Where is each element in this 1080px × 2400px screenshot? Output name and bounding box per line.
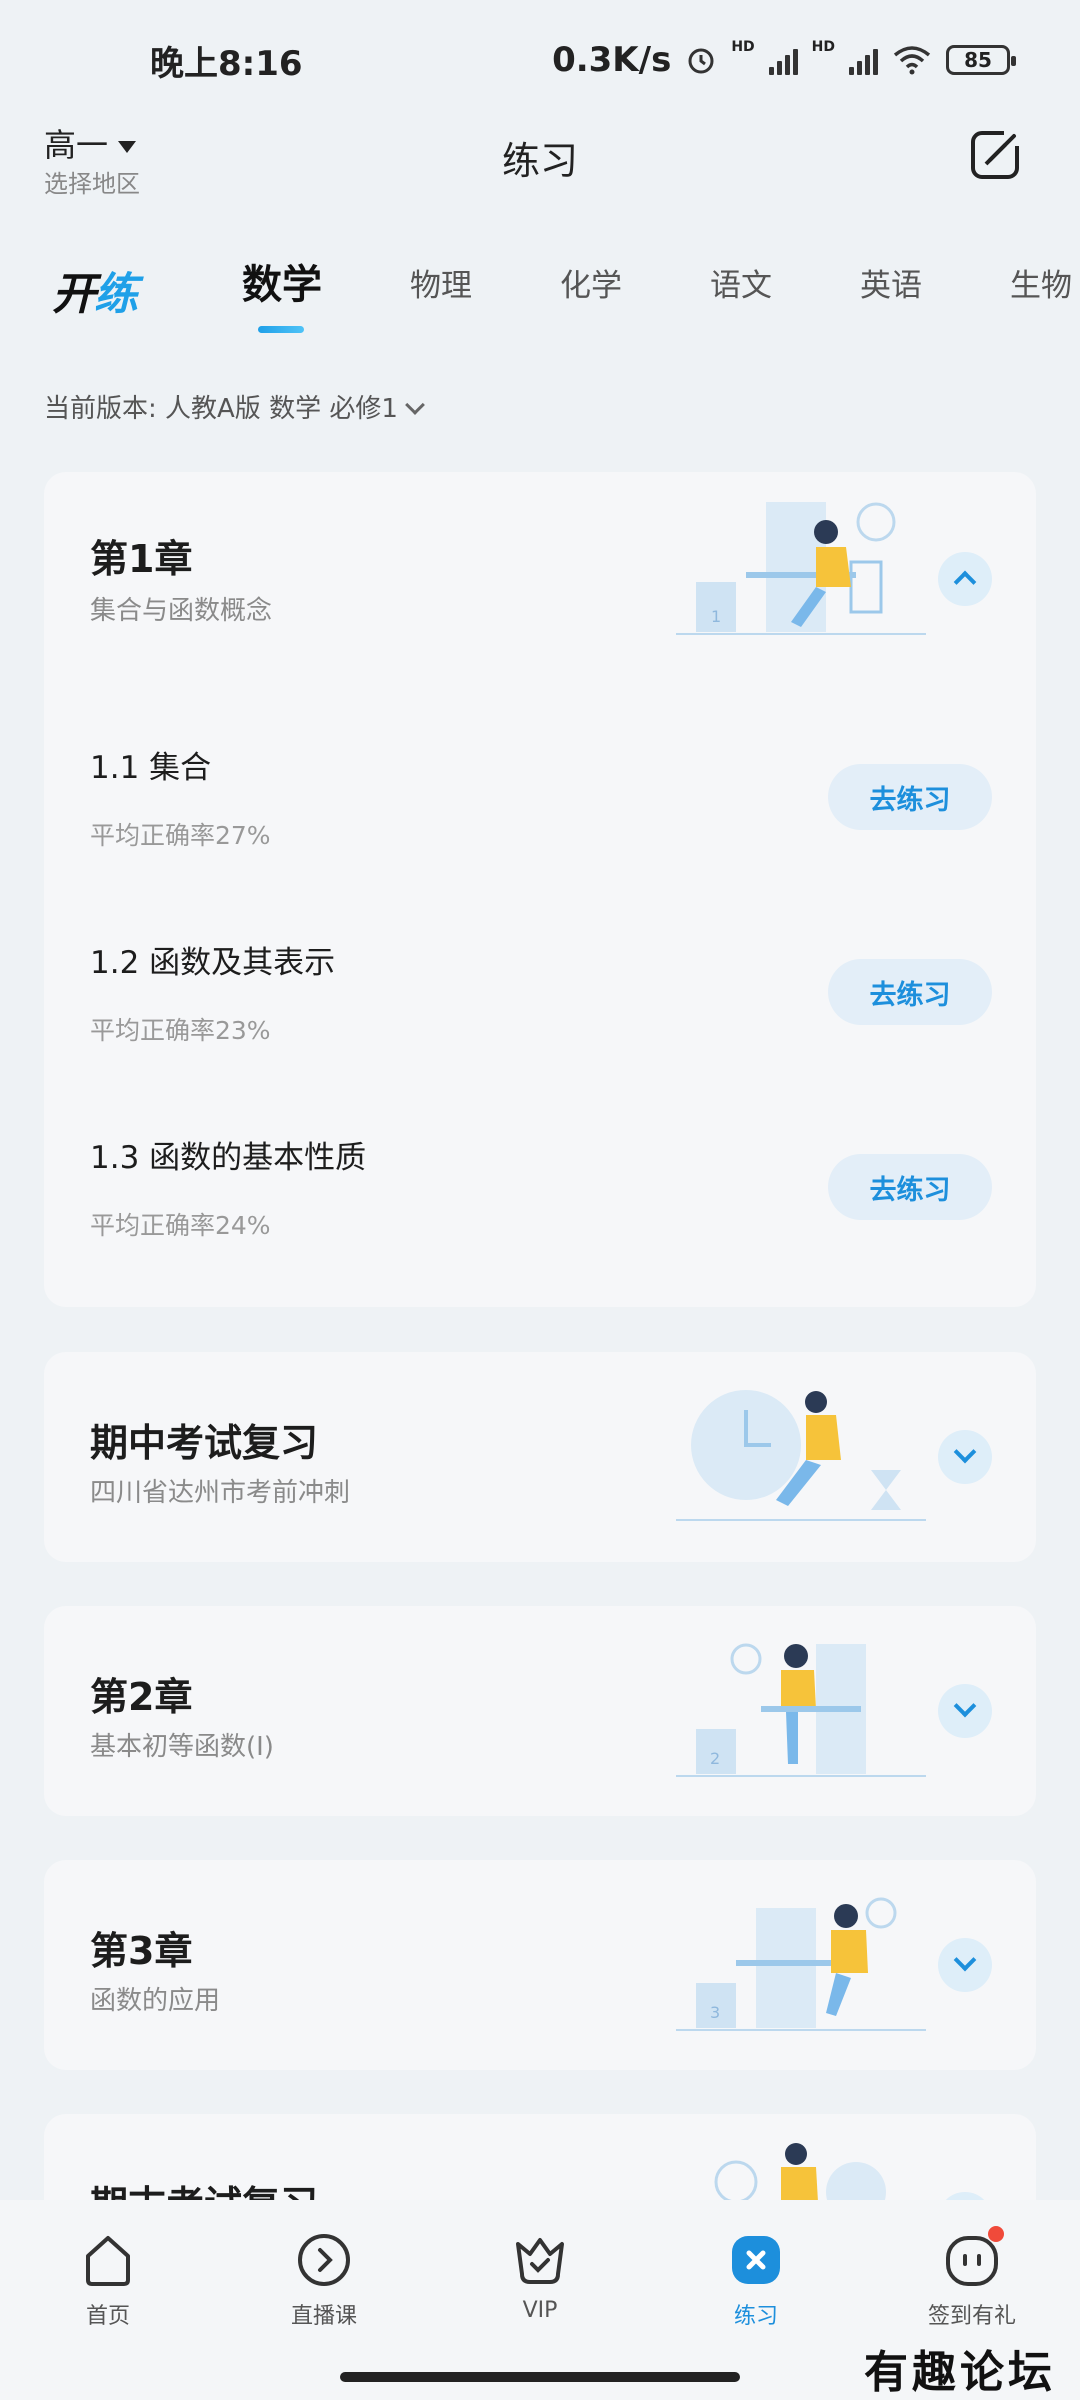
network-speed: 0.3K/s: [552, 40, 672, 80]
study-illustration: 1: [676, 502, 926, 635]
nav-live[interactable]: 直播课: [254, 2230, 394, 2330]
section-item: 1.2 函数及其表示 平均正确率23% 去练习: [90, 937, 992, 1097]
tab-chemistry[interactable]: 化学: [560, 260, 622, 305]
section-name: 1.3 函数的基本性质: [90, 1140, 367, 1176]
tab-english[interactable]: 英语: [860, 260, 922, 305]
practice-button[interactable]: 去练习: [828, 764, 992, 830]
chapter-subtitle: 四川省达州市考前冲刺: [90, 1478, 351, 1508]
vip-crown-icon: [516, 2238, 564, 2284]
home-indicator[interactable]: [340, 2372, 740, 2382]
clock-reading-illustration: [676, 1390, 926, 1521]
practice-icon: [732, 2236, 780, 2284]
nav-label: 签到有礼: [927, 2304, 1016, 2329]
chapter-card-3[interactable]: 第3章 函数的应用 3: [44, 1860, 1036, 2070]
chevron-down-icon: [953, 1694, 977, 1718]
chapter-title: 第3章: [90, 1929, 193, 1973]
section-accuracy: 平均正确率23%: [90, 1016, 271, 1045]
nav-practice[interactable]: 练习: [686, 2230, 826, 2330]
status-bar: 晚上8:16 0.3K/s HD HD 85: [0, 0, 1080, 120]
nav-label: VIP: [522, 2298, 558, 2323]
section-item: 1.1 集合 平均正确率27% 去练习: [90, 742, 992, 902]
status-time: 晚上8:16: [150, 43, 303, 84]
tab-chinese[interactable]: 语文: [710, 260, 772, 305]
nav-checkin[interactable]: 签到有礼: [902, 2226, 1042, 2330]
svg-text:1: 1: [711, 607, 721, 626]
practice-button[interactable]: 去练习: [828, 1154, 992, 1220]
expand-toggle[interactable]: [938, 1938, 992, 1992]
expand-toggle[interactable]: [938, 1684, 992, 1738]
desk-study-illustration: 2: [676, 1643, 926, 1777]
signal-icon: [768, 45, 798, 75]
collapse-toggle[interactable]: [938, 552, 992, 606]
edit-icon[interactable]: [968, 126, 1024, 182]
svg-text:2: 2: [710, 1749, 720, 1768]
app-logo: 开练: [52, 269, 138, 320]
section-accuracy: 平均正确率27%: [90, 821, 271, 850]
chevron-down-icon: [953, 1948, 977, 1972]
battery-icon: 85: [946, 45, 1016, 75]
wifi-icon: [893, 46, 931, 75]
chapter-card-2[interactable]: 第2章 基本初等函数(Ⅰ) 2: [44, 1606, 1036, 1816]
status-icons: 0.3K/s HD HD 85: [552, 39, 1016, 80]
version-selector[interactable]: 当前版本: 人教A版 数学 必修1: [44, 388, 425, 425]
svg-text:3: 3: [710, 2003, 720, 2022]
checkin-face-icon: [946, 2226, 1004, 2286]
writing-illustration: 3: [676, 1897, 926, 2031]
play-circle-icon: [298, 2234, 350, 2286]
section-name: 1.2 函数及其表示: [90, 945, 336, 981]
alarm-icon: [688, 48, 714, 74]
nav-label: 练习: [733, 2304, 778, 2329]
nav-label: 首页: [85, 2304, 130, 2329]
chapter-subtitle: 函数的应用: [90, 1986, 221, 2016]
tab-math[interactable]: 数学: [242, 252, 322, 310]
hd-icon: HD: [731, 39, 755, 55]
chapter-subtitle: 基本初等函数(Ⅰ): [90, 1732, 274, 1762]
version-label: 当前版本: 人教A版 数学 必修1: [44, 394, 398, 424]
practice-button[interactable]: 去练习: [828, 959, 992, 1025]
signal-icon-2: [849, 45, 878, 75]
watermark: 有趣论坛: [864, 2347, 1056, 2398]
section-accuracy: 平均正确率24%: [90, 1211, 271, 1240]
chapter-subtitle: 集合与函数概念: [90, 596, 273, 626]
section-item: 1.3 函数的基本性质 平均正确率24% 去练习: [90, 1132, 992, 1292]
tab-biology[interactable]: 生物: [1010, 260, 1072, 305]
chevron-down-icon: [404, 395, 425, 415]
home-icon: [86, 2236, 130, 2286]
tab-physics[interactable]: 物理: [410, 260, 472, 305]
chapter-card-midterm[interactable]: 期中考试复习 四川省达州市考前冲刺: [44, 1352, 1036, 1562]
chevron-up-icon: [953, 570, 977, 594]
page-title: 练习: [501, 139, 578, 183]
expand-toggle[interactable]: [938, 1430, 992, 1484]
header: 高一 选择地区 练习: [0, 120, 1080, 220]
nav-label: 直播课: [290, 2304, 357, 2329]
nav-vip[interactable]: VIP: [470, 2230, 610, 2323]
chapter-title: 第2章: [90, 1675, 193, 1719]
chevron-down-icon: [953, 1440, 977, 1464]
subject-tabs: 开练 数学 物理 化学 语文 英语 生物: [0, 240, 1080, 340]
hd-icon-2: HD: [811, 39, 835, 55]
nav-home[interactable]: 首页: [38, 2230, 178, 2330]
active-tab-indicator: [258, 326, 304, 333]
chapter-title: 期中考试复习: [90, 1421, 319, 1465]
chapter-title: 第1章: [90, 537, 193, 581]
section-name: 1.1 集合: [90, 750, 212, 786]
chapter-card-1: 第1章 集合与函数概念 1 1.1 集合 平均正确率27% 去练习 1.2 函数…: [44, 472, 1036, 1307]
